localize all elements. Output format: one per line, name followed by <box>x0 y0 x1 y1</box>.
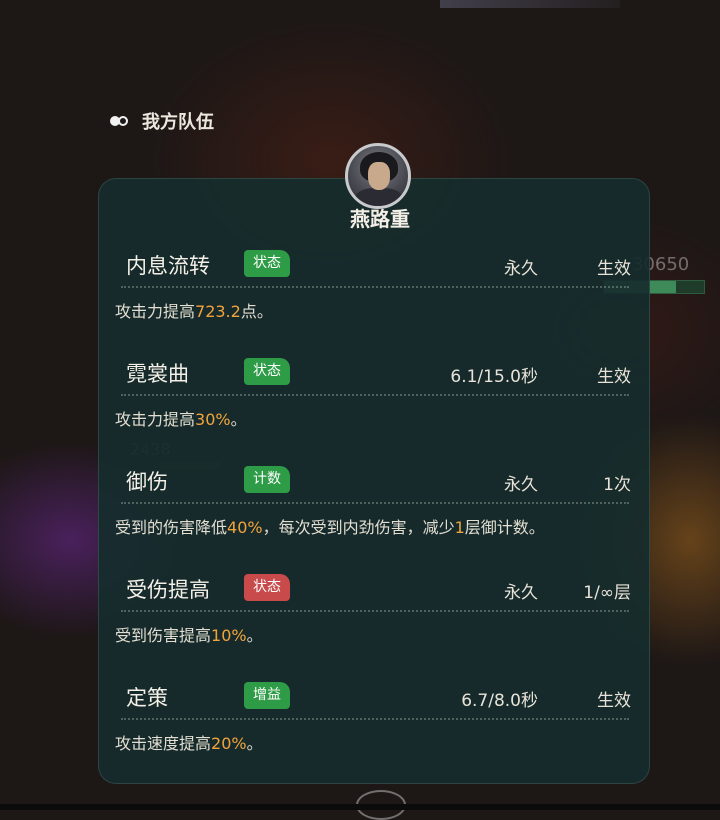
buff-entry[interactable]: 霓裳曲 状态 6.1/15.0秒 生效 攻击力提高30%。 <box>113 354 633 429</box>
team-label: 我方队伍 <box>142 112 214 133</box>
buff-duration: 永久 <box>504 583 538 603</box>
buff-status: 生效 <box>597 259 631 279</box>
buff-status: 生效 <box>597 691 631 711</box>
buff-entry[interactable]: 御伤 计数 永久 1次 受到的伤害降低40%，每次受到内劲伤害，减少1层御计数。 <box>113 462 633 537</box>
buff-description: 受到伤害提高10%。 <box>115 626 263 645</box>
buff-status: 1次 <box>603 475 631 495</box>
divider <box>121 610 629 612</box>
top-hud-strip <box>440 0 620 8</box>
buff-duration: 永久 <box>504 259 538 279</box>
divider <box>121 502 629 504</box>
buff-name: 内息流转 <box>126 254 210 278</box>
buff-tag-badge: 计数 <box>244 466 290 493</box>
buff-duration: 6.1/15.0秒 <box>450 367 538 387</box>
buff-name: 受伤提高 <box>126 578 210 602</box>
character-portrait-icon[interactable] <box>345 143 411 209</box>
buff-description: 受到的伤害降低40%，每次受到内劲伤害，减少1层御计数。 <box>115 518 545 537</box>
divider <box>121 394 629 396</box>
buff-entry[interactable]: 内息流转 状态 永久 生效 攻击力提高723.2点。 <box>113 246 633 321</box>
divider <box>121 718 629 720</box>
buff-description: 攻击速度提高20%。 <box>115 734 263 753</box>
buff-entry[interactable]: 受伤提高 状态 永久 1/∞层 受到伤害提高10%。 <box>113 570 633 645</box>
buff-tag-badge: 状态 <box>244 358 290 385</box>
buff-tag-badge: 状态 <box>244 250 290 277</box>
buff-name: 霓裳曲 <box>126 362 189 386</box>
buff-duration: 永久 <box>504 475 538 495</box>
bottom-hud-strip <box>0 804 720 810</box>
team-header[interactable]: 我方队伍 <box>110 108 214 134</box>
buff-tag-badge: 增益 <box>244 682 290 709</box>
buff-duration: 6.7/8.0秒 <box>461 691 538 711</box>
buff-status: 1/∞层 <box>583 583 631 603</box>
buff-description: 攻击力提高30%。 <box>115 410 247 429</box>
buff-entry[interactable]: 定策 增益 6.7/8.0秒 生效 攻击速度提高20%。 <box>113 678 633 753</box>
character-name: 燕路重 <box>350 207 410 231</box>
buff-name: 定策 <box>126 686 168 710</box>
buff-status: 生效 <box>597 367 631 387</box>
toggle-icon[interactable] <box>110 115 130 127</box>
divider <box>121 286 629 288</box>
buff-description: 攻击力提高723.2点。 <box>115 302 273 321</box>
buff-name: 御伤 <box>126 470 168 494</box>
buff-tag-badge: 状态 <box>244 574 290 601</box>
